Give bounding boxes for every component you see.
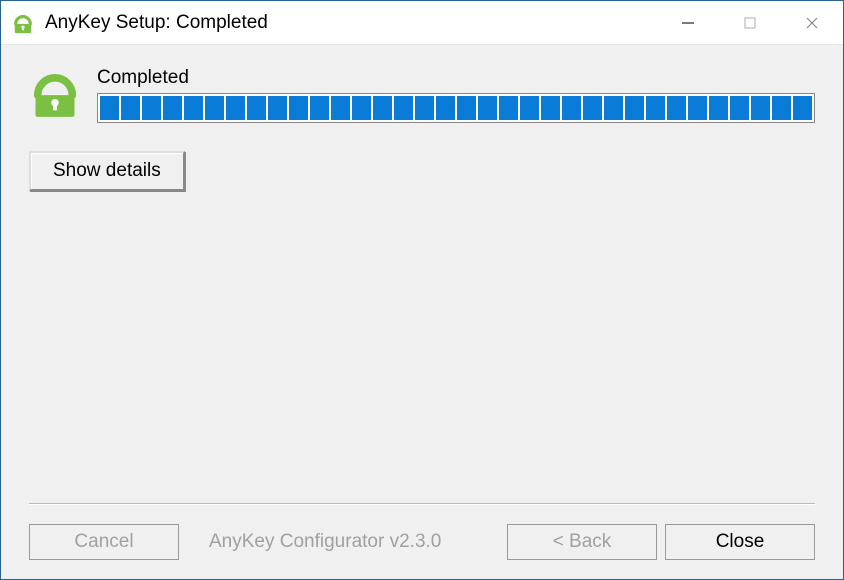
progress-segment <box>415 96 434 120</box>
progress-segment <box>688 96 707 120</box>
progress-section: Completed <box>97 67 815 123</box>
progress-segment <box>478 96 497 120</box>
cancel-button: Cancel <box>29 524 179 560</box>
progress-segment <box>730 96 749 120</box>
progress-bar <box>97 93 815 123</box>
progress-segment <box>310 96 329 120</box>
progress-segment <box>499 96 518 120</box>
progress-segment <box>121 96 140 120</box>
progress-segment <box>373 96 392 120</box>
minimize-button[interactable] <box>657 1 719 44</box>
progress-segment <box>793 96 812 120</box>
maximize-button <box>719 1 781 44</box>
progress-segment <box>457 96 476 120</box>
progress-segment <box>184 96 203 120</box>
progress-segment <box>352 96 371 120</box>
close-button[interactable]: Close <box>665 524 815 560</box>
branding-label: AnyKey Configurator v2.3.0 <box>187 531 499 553</box>
progress-segment <box>520 96 539 120</box>
progress-header: Completed <box>29 67 815 123</box>
divider <box>29 503 815 505</box>
show-details-button[interactable]: Show details <box>29 151 185 191</box>
titlebar: AnyKey Setup: Completed <box>1 1 843 45</box>
progress-segment <box>562 96 581 120</box>
progress-segment <box>394 96 413 120</box>
installer-window: AnyKey Setup: Completed <box>0 0 844 580</box>
progress-segment <box>583 96 602 120</box>
app-icon-small <box>11 11 35 35</box>
progress-segment <box>667 96 686 120</box>
progress-segment <box>247 96 266 120</box>
progress-segment <box>751 96 770 120</box>
progress-segment <box>163 96 182 120</box>
progress-segment <box>436 96 455 120</box>
progress-segment <box>625 96 644 120</box>
window-controls <box>657 1 843 44</box>
progress-segment <box>331 96 350 120</box>
progress-segment <box>205 96 224 120</box>
progress-segment <box>100 96 119 120</box>
progress-segment <box>772 96 791 120</box>
progress-segment <box>142 96 161 120</box>
progress-segment <box>541 96 560 120</box>
window-title: AnyKey Setup: Completed <box>45 12 657 34</box>
footer: Cancel AnyKey Configurator v2.3.0 < Back… <box>1 505 843 579</box>
progress-segment <box>604 96 623 120</box>
status-label: Completed <box>97 67 815 89</box>
back-button: < Back <box>507 524 657 560</box>
progress-segment <box>226 96 245 120</box>
progress-segment <box>709 96 728 120</box>
close-window-button[interactable] <box>781 1 843 44</box>
progress-segment <box>289 96 308 120</box>
app-icon-large <box>29 67 81 119</box>
progress-segment <box>268 96 287 120</box>
progress-segment <box>646 96 665 120</box>
content-area: Completed Show details <box>1 45 843 505</box>
